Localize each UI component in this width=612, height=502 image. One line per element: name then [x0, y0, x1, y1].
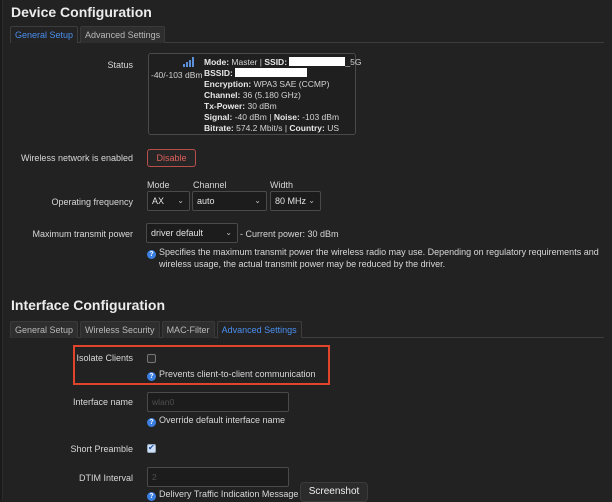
left-edge-panel	[0, 0, 3, 500]
tab-advanced-settings[interactable]: Advanced Settings	[216, 321, 302, 338]
tx-power-select-value: driver default	[151, 228, 204, 238]
tab-advanced-settings[interactable]: Advanced Settings	[80, 26, 166, 43]
interface-name-input[interactable]	[147, 392, 289, 412]
mode-label: Mode	[147, 180, 170, 190]
status-mode-line: Mode: Master | SSID: _5G	[204, 57, 362, 67]
tab-wireless-security[interactable]: Wireless Security	[80, 321, 160, 338]
status-label: Status	[107, 60, 133, 70]
current-power-text: - Current power: 30 dBm	[240, 229, 339, 239]
tab-general-setup[interactable]: General Setup	[10, 26, 79, 43]
mode-select-value: AX	[152, 196, 165, 206]
device-config-title: Device Configuration	[11, 4, 152, 20]
channel-select-value: auto	[197, 196, 215, 206]
help-icon: ?	[147, 372, 156, 381]
chevron-down-icon: ⌄	[308, 196, 315, 205]
channel-label: Channel	[193, 180, 227, 190]
chevron-down-icon: ⌄	[254, 196, 261, 205]
status-bssid-line: BSSID:	[204, 68, 361, 79]
status-panel: -40/-103 dBm Mode: Master | SSID: _5G BS…	[148, 53, 361, 135]
channel-select[interactable]: auto ⌄	[192, 191, 267, 211]
interface-config-title: Interface Configuration	[11, 297, 166, 313]
chevron-down-icon: ⌄	[177, 196, 184, 205]
signal-bars-icon	[183, 57, 194, 67]
bssid-redacted	[235, 68, 308, 77]
dtim-interval-label: DTIM Interval	[78, 473, 133, 483]
chevron-down-icon: ⌄	[225, 228, 232, 237]
wireless-enabled-label: Wireless network is enabled	[20, 153, 133, 163]
dtim-interval-input[interactable]	[147, 467, 289, 487]
interface-tabs: General Setup Wireless Security MAC-Filt…	[10, 321, 304, 338]
width-select-value: 80 MHz	[275, 196, 307, 206]
tx-power-select[interactable]: driver default ⌄	[146, 223, 238, 243]
short-preamble-checkbox[interactable]	[147, 443, 156, 453]
mode-select[interactable]: AX ⌄	[147, 191, 190, 211]
status-txpower-line: Tx-Power: 30 dBm	[204, 101, 277, 111]
operating-frequency-label: Operating frequency	[51, 197, 133, 207]
tab-mac-filter[interactable]: MAC-Filter	[161, 321, 215, 338]
ssid-redacted	[289, 57, 346, 66]
status-channel-line: Channel: 36 (5.180 GHz)	[204, 90, 301, 100]
device-tabs: General Setup Advanced Settings	[10, 26, 167, 43]
isolate-clients-checkbox[interactable]	[147, 354, 156, 363]
interface-name-help: ? Override default interface name	[147, 415, 285, 427]
isolate-clients-label: Isolate Clients	[76, 353, 133, 363]
interface-name-label: Interface name	[72, 397, 133, 407]
dtim-interval-help: ? Delivery Traffic Indication Message I	[147, 489, 303, 501]
isolate-clients-help: ? Prevents client-to-client communication	[147, 369, 316, 381]
screenshot-tooltip: Screenshot	[300, 482, 368, 502]
max-tx-power-label: Maximum transmit power	[32, 229, 133, 239]
tab-general-setup[interactable]: General Setup	[10, 321, 79, 338]
status-info: Mode: Master | SSID: _5G BSSID: Encrypti…	[204, 57, 361, 134]
tx-power-help: ? Specifies the maximum transmit power th…	[147, 247, 607, 270]
status-bitrate-line: Bitrate: 574.2 Mbit/s | Country: US	[204, 123, 340, 133]
status-encryption-line: Encryption: WPA3 SAE (CCMP)	[204, 79, 330, 89]
signal-noise-readout: -40/-103 dBm	[151, 70, 203, 80]
help-icon: ?	[147, 418, 156, 427]
width-label: Width	[270, 180, 294, 190]
short-preamble-label: Short Preamble	[70, 444, 133, 454]
help-icon: ?	[147, 250, 156, 259]
status-signal-line: Signal: -40 dBm | Noise: -103 dBm	[204, 112, 340, 122]
disable-button[interactable]: Disable	[147, 149, 196, 167]
width-select[interactable]: 80 MHz ⌄	[270, 191, 321, 211]
